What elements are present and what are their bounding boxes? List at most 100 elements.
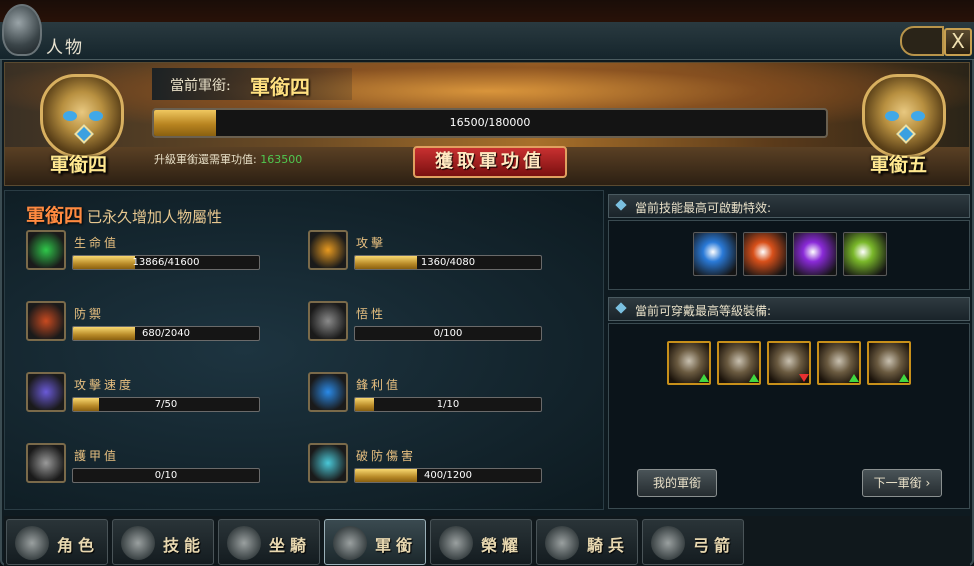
insight-icon: [308, 301, 348, 341]
arrow-up-icon: [849, 374, 859, 382]
stat-bar: 7/50: [72, 397, 260, 412]
stat-row: 破防傷害 400/1200: [308, 443, 568, 489]
stat-label: 攻擊: [356, 236, 387, 250]
tab-label: 榮耀: [481, 536, 524, 555]
stat-row: 護甲值 0/10: [26, 443, 286, 489]
stat-value: 7/50: [154, 399, 178, 410]
current-rank-emblem-icon: [40, 74, 124, 158]
next-rank-emblem-label: 軍銜五: [870, 154, 928, 176]
attack-speed-icon: [26, 372, 66, 412]
stat-bar: 0/100: [354, 326, 542, 341]
stat-row: 悟性 0/100: [308, 301, 568, 347]
stat-label: 鋒利值: [356, 378, 402, 392]
character-tab-icon: [15, 526, 49, 560]
skills-section-header: 當前技能最高可啟動特效:: [608, 194, 970, 218]
stat-bar: 0/10: [72, 468, 260, 483]
close-button[interactable]: X: [944, 28, 972, 56]
corner-ornament-icon: [900, 26, 944, 56]
tab-archery[interactable]: 弓箭: [642, 519, 744, 565]
next-rank-emblem-icon: [862, 74, 946, 158]
stat-label: 破防傷害: [356, 449, 417, 463]
stat-value: 0/10: [154, 470, 178, 481]
stat-bar: 400/1200: [354, 468, 542, 483]
diamond-icon: [615, 302, 627, 314]
cavalry-tab-icon: [545, 526, 579, 560]
tab-character[interactable]: 角色: [6, 519, 108, 565]
tab-label: 坐騎: [269, 536, 312, 555]
title-bar[interactable]: [0, 22, 974, 60]
stat-label: 攻擊速度: [74, 378, 135, 392]
need-merit-value: 163500: [260, 153, 303, 166]
defense-icon: [26, 301, 66, 341]
attack-icon: [308, 230, 348, 270]
shadow-skill-icon[interactable]: [793, 232, 837, 276]
stat-value: 0/100: [433, 328, 463, 339]
arrow-up-icon: [749, 374, 759, 382]
arrow-up-icon: [699, 374, 709, 382]
blue-blade-skill-icon[interactable]: [693, 232, 737, 276]
top-strip: [0, 0, 974, 24]
archery-tab-icon: [651, 526, 685, 560]
stat-row: 攻擊速度 7/50: [26, 372, 286, 418]
tab-skill[interactable]: 技能: [112, 519, 214, 565]
tab-label: 騎兵: [587, 536, 630, 555]
stats-heading-suffix: 已永久增加人物屬性: [87, 208, 223, 226]
tab-honor[interactable]: 榮耀: [430, 519, 532, 565]
next-rank-button[interactable]: 下一軍銜 ›: [862, 469, 942, 497]
stats-rank: 軍銜四: [26, 205, 84, 227]
next-rank-label: 下一軍銜: [873, 476, 922, 490]
get-merit-button[interactable]: 獲取軍功值: [413, 146, 567, 178]
stat-bar: 680/2040: [72, 326, 260, 341]
stat-label: 護甲值: [74, 449, 120, 463]
window-title: 人物: [46, 38, 84, 58]
fire-strike-skill-icon[interactable]: [743, 232, 787, 276]
arrow-up-icon: [899, 374, 909, 382]
pierce-damage-icon: [308, 443, 348, 483]
stat-value: 400/1200: [424, 470, 472, 481]
tab-rank[interactable]: 軍銜: [324, 519, 426, 565]
helmet-icon: [2, 4, 42, 56]
stat-label: 防禦: [74, 307, 105, 321]
tab-label: 弓箭: [693, 536, 736, 555]
tab-label: 角色: [57, 536, 100, 555]
my-rank-button[interactable]: 我的軍銜: [637, 469, 717, 497]
current-rank-emblem-label: 軍銜四: [50, 154, 108, 176]
armor-icon: [26, 443, 66, 483]
stat-value: 13866/41600: [132, 257, 200, 268]
need-merit-text: 升級軍銜還需軍功值: 163500: [154, 151, 302, 167]
stat-row: 生命值 13866/41600: [26, 230, 286, 276]
sharpness-icon: [308, 372, 348, 412]
rank-progress-bar: 16500/180000: [152, 108, 828, 138]
equipment-section-header: 當前可穿戴最高等級裝備:: [608, 297, 970, 321]
need-merit-label: 升級軍銜還需軍功值:: [154, 153, 257, 166]
tab-cavalry[interactable]: 騎兵: [536, 519, 638, 565]
life-icon: [26, 230, 66, 270]
stat-value: 680/2040: [142, 328, 190, 339]
stat-bar: 1/10: [354, 397, 542, 412]
stat-row: 鋒利值 1/10: [308, 372, 568, 418]
honor-tab-icon: [439, 526, 473, 560]
stat-label: 生命值: [74, 236, 120, 250]
current-rank-label: 當前軍銜:: [170, 78, 231, 94]
equipment-section-title: 當前可穿戴最高等級裝備:: [635, 304, 772, 318]
stats-panel-heading: 軍銜四 已永久增加人物屬性: [26, 201, 222, 228]
stat-bar: 13866/41600: [72, 255, 260, 270]
stat-bar: 1360/4080: [354, 255, 542, 270]
rank-progress-text: 16500/180000: [449, 116, 531, 129]
tab-mount[interactable]: 坐騎: [218, 519, 320, 565]
wind-slash-skill-icon[interactable]: [843, 232, 887, 276]
stat-label: 悟性: [356, 307, 387, 321]
skill-tab-icon: [121, 526, 155, 560]
stat-value: 1/10: [436, 399, 460, 410]
tab-label: 軍銜: [375, 536, 418, 555]
tab-label: 技能: [163, 536, 206, 555]
stat-row: 攻擊 1360/4080: [308, 230, 568, 276]
stat-row: 防禦 680/2040: [26, 301, 286, 347]
skills-box: [608, 220, 970, 290]
stat-value: 1360/4080: [420, 257, 476, 268]
skills-section-title: 當前技能最高可啟動特效:: [635, 201, 772, 215]
rank-tab-icon: [333, 526, 367, 560]
current-rank-value: 軍銜四: [250, 75, 310, 99]
chevron-right-icon: ›: [921, 476, 931, 490]
arrow-down-icon: [799, 374, 809, 382]
